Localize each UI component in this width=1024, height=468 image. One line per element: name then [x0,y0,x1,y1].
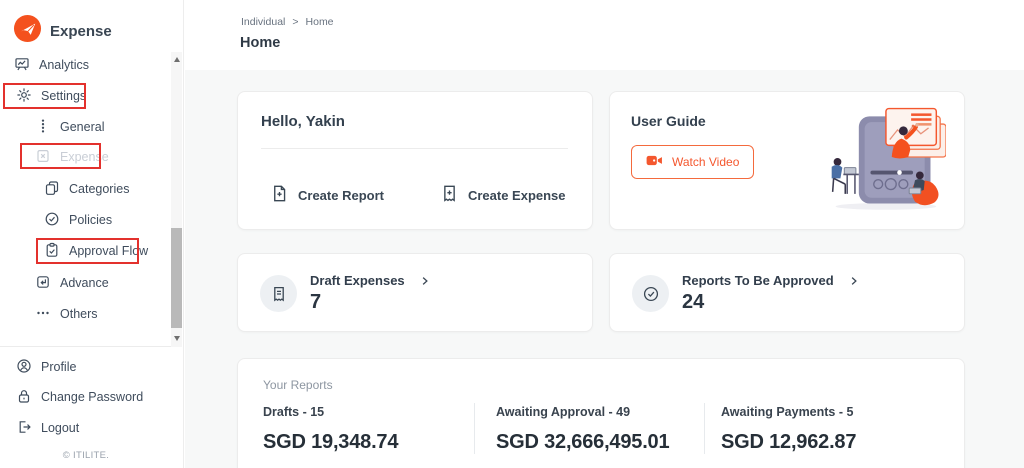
create-expense-button[interactable]: Create Expense [440,184,566,206]
sidebar-item-label: Expense [60,150,109,164]
app-logo[interactable]: Expense [13,14,112,48]
reports-to-approve-card[interactable]: Reports To Be Approved 24 [609,253,965,332]
page-title: Home [240,35,280,51]
column-amount: SGD 19,348.74 [263,431,474,454]
sidebar-divider [0,346,172,347]
column-amount: SGD 32,666,495.01 [496,431,704,454]
sidebar-item-approval-flow[interactable]: Approval Flow [44,240,148,262]
watch-video-button[interactable]: Watch Video [631,145,754,179]
sidebar-item-label: Logout [41,421,79,435]
scrollbar-up-arrow-icon[interactable] [174,57,180,62]
gear-icon [16,87,32,106]
your-reports-title: Your Reports [263,378,333,392]
user-guide-illustration [822,100,946,219]
sidebar-item-analytics[interactable]: Analytics [14,54,89,76]
copyright-text: © ITILITE. [0,450,172,461]
app-title: Expense [50,23,112,40]
breadcrumb-individual[interactable]: Individual [241,16,285,28]
clipboard-check-icon [44,242,60,261]
column-label: Awaiting Payments - 5 [721,405,944,419]
column-label: Awaiting Approval - 49 [496,405,704,419]
sidebar-item-label: Analytics [39,58,89,72]
draft-expenses-count: 7 [310,291,431,314]
sidebar-item-label: Profile [41,360,76,374]
chevron-right-icon[interactable] [848,275,860,287]
kebab-dots-icon [35,118,51,137]
create-report-button[interactable]: Create Report [270,184,384,206]
draft-expenses-label: Draft Expenses [310,273,405,288]
sidebar-item-label: General [60,120,104,134]
breadcrumb-home[interactable]: Home [306,16,334,28]
watch-video-label: Watch Video [672,155,739,169]
sidebar-item-label: Policies [69,213,112,227]
draft-expenses-card[interactable]: Draft Expenses 7 [237,253,593,332]
check-circle-icon [632,275,669,312]
sidebar-item-change-password[interactable]: Change Password [16,386,143,408]
sidebar-item-policies[interactable]: Policies [44,209,112,231]
sidebar-item-label: Advance [60,276,109,290]
sidebar-item-settings[interactable]: Settings [16,85,86,107]
sidebar-item-label: Categories [69,182,129,196]
sidebar-item-others[interactable]: Others [35,303,98,325]
sidebar-item-general[interactable]: General [35,116,104,138]
your-reports-column-awaiting-payments[interactable]: Awaiting Payments - 5 SGD 12,962.87 [704,403,944,454]
card-divider [261,148,568,149]
paper-plane-icon [13,14,42,48]
your-reports-column-awaiting-approval[interactable]: Awaiting Approval - 49 SGD 32,666,495.01 [474,403,704,454]
sidebar-item-label: Settings [41,89,86,103]
chevron-right-icon[interactable] [419,275,431,287]
column-amount: SGD 12,962.87 [721,431,944,454]
sidebar-item-logout[interactable]: Logout [16,417,79,439]
video-camera-icon [646,154,663,170]
sidebar-item-categories[interactable]: Categories [44,178,129,200]
sidebar-item-label: Others [60,307,98,321]
sidebar-item-advance[interactable]: Advance [35,272,109,294]
greeting-title: Hello, Yakin [261,113,345,130]
copy-pages-icon [44,180,60,199]
breadcrumb: Individual > Home [241,16,334,28]
breadcrumb-separator: > [292,16,298,28]
receipt-icon [260,275,297,312]
reports-to-approve-label: Reports To Be Approved [682,273,834,288]
reports-to-approve-count: 24 [682,291,860,314]
scrollbar-down-arrow-icon[interactable] [174,336,180,341]
greeting-card: Hello, Yakin Create Report Create Expens… [237,91,593,230]
lock-icon [16,388,32,407]
sidebar-item-label: Approval Flow [69,244,148,258]
return-arrow-icon [35,274,51,293]
your-reports-column-drafts[interactable]: Drafts - 15 SGD 19,348.74 [263,403,474,454]
receipt-x-icon [35,148,51,167]
create-expense-label: Create Expense [468,188,566,203]
user-guide-title: User Guide [631,113,706,129]
ellipsis-icon [35,305,51,324]
logout-icon [16,419,32,438]
your-reports-card: Your Reports Drafts - 15 SGD 19,348.74 A… [237,358,965,468]
create-report-label: Create Report [298,188,384,203]
check-circle-icon [44,211,60,230]
column-label: Drafts - 15 [263,405,474,419]
user-guide-card: User Guide Watch Video [609,91,965,230]
presentation-chart-icon [14,56,30,75]
person-circle-icon [16,358,32,377]
sidebar-scrollbar-thumb[interactable] [171,228,182,328]
file-plus-icon [270,184,289,206]
sidebar-item-expense[interactable]: Expense [35,146,109,168]
sidebar-item-profile[interactable]: Profile [16,356,76,378]
main-content: Individual > Home Home Hello, Yakin Crea… [185,0,1024,468]
receipt-plus-icon [440,184,459,206]
sidebar-item-label: Change Password [41,390,143,404]
sidebar: Expense Analytics Settings General Expen… [0,0,184,468]
